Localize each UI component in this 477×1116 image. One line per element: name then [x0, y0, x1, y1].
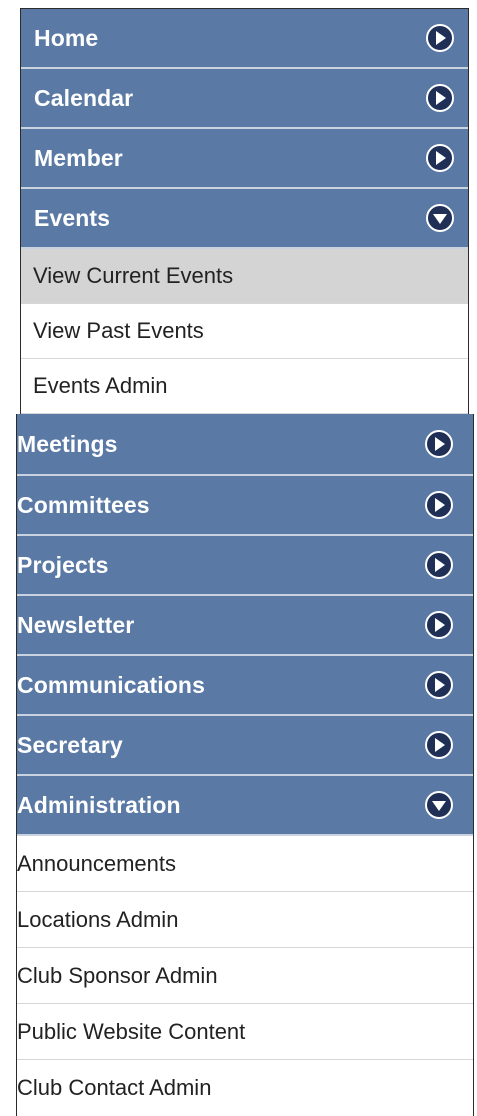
- chevron-right-circle-icon: [425, 731, 453, 759]
- menu-section-newsletter[interactable]: Newsletter: [17, 596, 473, 656]
- menu-item-club-contact-admin[interactable]: Club Contact Admin: [17, 1060, 473, 1116]
- menu-section-calendar[interactable]: Calendar: [21, 69, 468, 129]
- menu-section-committees[interactable]: Committees: [17, 476, 473, 536]
- chevron-right-circle-icon: [425, 491, 453, 519]
- menu-section-label: Committees: [17, 491, 150, 518]
- chevron-right-circle-icon: [426, 24, 454, 52]
- menu-section-home[interactable]: Home: [21, 9, 468, 69]
- menu-section-member[interactable]: Member: [21, 129, 468, 189]
- menu-section-label: Communications: [17, 671, 205, 698]
- menu-section-label: Member: [34, 144, 123, 171]
- menu-item-club-sponsor-admin[interactable]: Club Sponsor Admin: [17, 948, 473, 1004]
- chevron-right-circle-icon: [425, 671, 453, 699]
- menu-item-announcements[interactable]: Announcements: [17, 836, 473, 892]
- chevron-right-circle-icon: [426, 144, 454, 172]
- menu-section-administration[interactable]: Administration: [17, 776, 473, 836]
- chevron-down-circle-icon: [425, 791, 453, 819]
- menu-section-label: Calendar: [34, 84, 134, 111]
- chevron-down-circle-icon: [426, 204, 454, 232]
- menu-section-label: Newsletter: [17, 611, 135, 638]
- menu-section-label: Projects: [17, 551, 109, 578]
- menu-section-communications[interactable]: Communications: [17, 656, 473, 716]
- menu-section-label: Administration: [17, 791, 181, 818]
- menu-item-locations-admin[interactable]: Locations Admin: [17, 892, 473, 948]
- navigation-menu-bottom: Meetings Committees Projects Newsletter …: [16, 414, 474, 1116]
- menu-section-label: Meetings: [17, 430, 118, 457]
- menu-section-label: Secretary: [17, 731, 123, 758]
- menu-item-view-past-events[interactable]: View Past Events: [21, 304, 468, 359]
- menu-section-projects[interactable]: Projects: [17, 536, 473, 596]
- menu-item-events-admin[interactable]: Events Admin: [21, 359, 468, 414]
- chevron-right-circle-icon: [425, 611, 453, 639]
- chevron-right-circle-icon: [425, 430, 453, 458]
- menu-item-public-website-content[interactable]: Public Website Content: [17, 1004, 473, 1060]
- navigation-menu-top: Home Calendar Member Events View Current…: [20, 8, 469, 415]
- menu-section-meetings[interactable]: Meetings: [17, 414, 473, 476]
- menu-section-secretary[interactable]: Secretary: [17, 716, 473, 776]
- menu-section-label: Home: [34, 24, 99, 51]
- menu-item-view-current-events[interactable]: View Current Events: [21, 249, 468, 304]
- menu-section-label: Events: [34, 204, 111, 231]
- chevron-right-circle-icon: [426, 84, 454, 112]
- menu-section-events[interactable]: Events: [21, 189, 468, 249]
- chevron-right-circle-icon: [425, 551, 453, 579]
